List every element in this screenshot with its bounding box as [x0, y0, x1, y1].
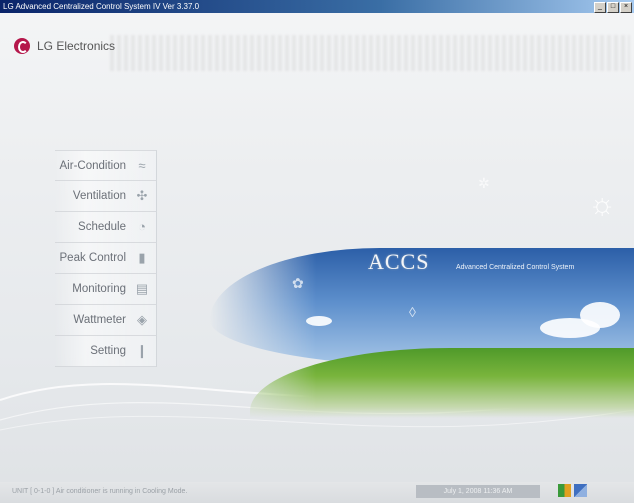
- faded-background-text: [110, 35, 630, 71]
- air-conditioner-icon: ≈: [138, 158, 146, 173]
- date-time: July 1, 2008 11:36 AM: [416, 485, 540, 498]
- connection-icon[interactable]: [574, 484, 587, 497]
- flower-icon: ✿: [292, 275, 304, 291]
- brand-name: LG Electronics: [37, 39, 116, 53]
- status-message: UNIT [ 0-1-0 ] Air conditioner is runnin…: [12, 488, 188, 495]
- cloud: [580, 302, 620, 328]
- close-button[interactable]: ×: [620, 2, 632, 13]
- window-title: LG Advanced Centralized Control System I…: [3, 2, 200, 11]
- wattmeter-icon: ◈: [137, 312, 147, 327]
- brand: LG Electronics: [14, 38, 115, 54]
- menu-item-peak-control[interactable]: Peak Control ▮: [55, 243, 157, 274]
- network-icon[interactable]: [558, 484, 571, 497]
- grass-field: [250, 348, 634, 418]
- menu-item-label: Peak Control: [59, 252, 126, 264]
- menu-item-label: Air-Condition: [59, 159, 126, 172]
- menu-item-label: Monitoring: [72, 283, 126, 295]
- menu-item-ventilation[interactable]: Ventilation ✣: [55, 181, 157, 212]
- menu-item-label: Setting: [90, 345, 126, 357]
- accs-subtitle: Advanced Centralized Control System: [456, 264, 575, 271]
- maximize-button[interactable]: □: [607, 2, 619, 13]
- accs-logo: ACCS: [368, 249, 430, 274]
- menu-item-setting[interactable]: Setting ❙: [55, 336, 157, 367]
- status-tray: [558, 484, 587, 497]
- menu-item-label: Schedule: [78, 221, 126, 233]
- menu-item-schedule[interactable]: Schedule ◔: [55, 212, 157, 243]
- cloud: [306, 316, 332, 326]
- menu-item-monitoring[interactable]: Monitoring ▤: [55, 274, 157, 305]
- snowflake-icon: ✲: [478, 175, 490, 191]
- menu-item-label: Ventilation: [72, 190, 126, 202]
- setting-icon: ❙: [136, 343, 148, 358]
- menu-item-label: Wattmeter: [73, 314, 126, 326]
- lg-logo-icon: [14, 38, 30, 54]
- monitoring-icon: ▤: [135, 281, 149, 296]
- peak-control-icon: ▮: [138, 250, 146, 265]
- main-menu: Air-Condition ≈ Ventilation ✣ Schedule ◔…: [55, 150, 157, 367]
- window-controls: _ □ ×: [594, 2, 632, 13]
- menu-item-wattmeter[interactable]: Wattmeter ◈: [55, 305, 157, 336]
- title-bar[interactable]: LG Advanced Centralized Control System I…: [0, 0, 634, 13]
- app-window: LG Advanced Centralized Control System I…: [0, 0, 634, 503]
- schedule-icon: ◔: [138, 219, 146, 234]
- minimize-button[interactable]: _: [594, 2, 606, 13]
- sun-icon: ☼: [588, 188, 616, 221]
- drop-icon: ◊: [409, 304, 416, 320]
- ventilation-icon: ✣: [136, 188, 148, 203]
- menu-item-air-condition[interactable]: Air-Condition ≈: [55, 150, 157, 181]
